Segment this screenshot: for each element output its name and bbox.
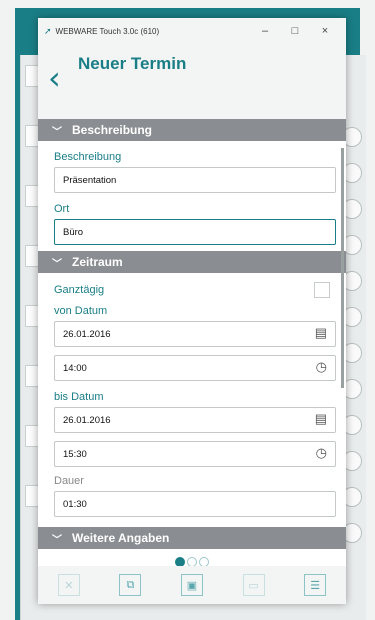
scrollbar[interactable] — [341, 148, 344, 388]
beschreibung-field[interactable]: Präsentation — [54, 167, 336, 193]
ganztaegig-label: Ganztägig — [54, 284, 105, 296]
calendar-icon[interactable]: ▤ — [315, 325, 327, 341]
calendar-icon[interactable]: ▤ — [315, 411, 327, 427]
app-icon: ➚ — [44, 25, 52, 36]
section-title: Beschreibung — [72, 123, 153, 137]
back-chevron-icon[interactable]: ‹ — [48, 62, 61, 94]
section-header-zeitraum[interactable]: ﹀ Zeitraum — [38, 251, 346, 273]
von-date-field[interactable]: 26.01.2016 ▤ — [54, 321, 336, 347]
page-indicator — [38, 554, 346, 567]
page-header: ‹ Neuer Termin — [38, 44, 346, 119]
ganztaegig-checkbox[interactable] — [314, 282, 330, 298]
beschreibung-section: Beschreibung Präsentation Ort Büro — [38, 147, 346, 251]
von-date-value: 26.01.2016 — [63, 328, 111, 340]
bottom-toolbar: ✕ ⧉ ▣ ▭ ☰ — [38, 566, 346, 604]
list-icon[interactable]: ☰ — [304, 574, 327, 596]
maximize-button[interactable]: □ — [280, 25, 310, 37]
chevron-down-icon: ﹀ — [52, 534, 62, 546]
section-header-beschreibung[interactable]: ﹀ Beschreibung — [38, 119, 346, 141]
window-title: WEBWARE Touch 3.0c (610) — [55, 26, 160, 36]
new-appointment-dialog: ➚ WEBWARE Touch 3.0c (610) – □ × ‹ Neuer… — [38, 18, 346, 604]
bis-date-value: 26.01.2016 — [63, 414, 111, 426]
zeitraum-section: Ganztägig von Datum 26.01.2016 ▤ 14:00 ◷… — [38, 279, 346, 527]
close-button[interactable]: × — [310, 25, 340, 37]
window-titlebar: ➚ WEBWARE Touch 3.0c (610) – □ × — [38, 18, 346, 44]
dauer-value: 01:30 — [63, 498, 87, 510]
section-header-weitere-angaben[interactable]: ﹀ Weitere Angaben — [38, 527, 346, 549]
bis-date-field[interactable]: 26.01.2016 ▤ — [54, 407, 336, 433]
section-title: Zeitraum — [72, 255, 123, 269]
chevron-down-icon: ﹀ — [52, 126, 62, 138]
ganztaegig-row[interactable]: Ganztägig — [54, 279, 336, 301]
beschreibung-value: Präsentation — [63, 174, 117, 186]
beschreibung-label: Beschreibung — [54, 151, 122, 163]
bis-datum-label: bis Datum — [54, 391, 104, 403]
clock-icon[interactable]: ◷ — [316, 359, 327, 375]
bis-time-value: 15:30 — [63, 448, 87, 460]
bis-time-field[interactable]: 15:30 ◷ — [54, 441, 336, 467]
chevron-down-icon: ﹀ — [52, 258, 62, 270]
delete-icon[interactable]: ✕ — [57, 574, 80, 596]
von-time-field[interactable]: 14:00 ◷ — [54, 355, 336, 381]
von-time-value: 14:00 — [63, 362, 87, 374]
dauer-label: Dauer — [54, 475, 84, 487]
ort-field[interactable]: Büro — [54, 219, 336, 245]
von-datum-label: von Datum — [54, 305, 108, 317]
dauer-field[interactable]: 01:30 — [54, 491, 336, 517]
save-icon[interactable]: ▣ — [180, 574, 203, 596]
window-icon[interactable]: ▭ — [242, 574, 265, 596]
section-title: Weitere Angaben — [72, 531, 170, 545]
copy-icon[interactable]: ⧉ — [119, 574, 142, 596]
ort-label: Ort — [54, 203, 70, 215]
clock-icon[interactable]: ◷ — [316, 445, 327, 461]
ort-value: Büro — [63, 226, 84, 238]
page-title: Neuer Termin — [78, 54, 187, 73]
minimize-button[interactable]: – — [250, 25, 280, 37]
